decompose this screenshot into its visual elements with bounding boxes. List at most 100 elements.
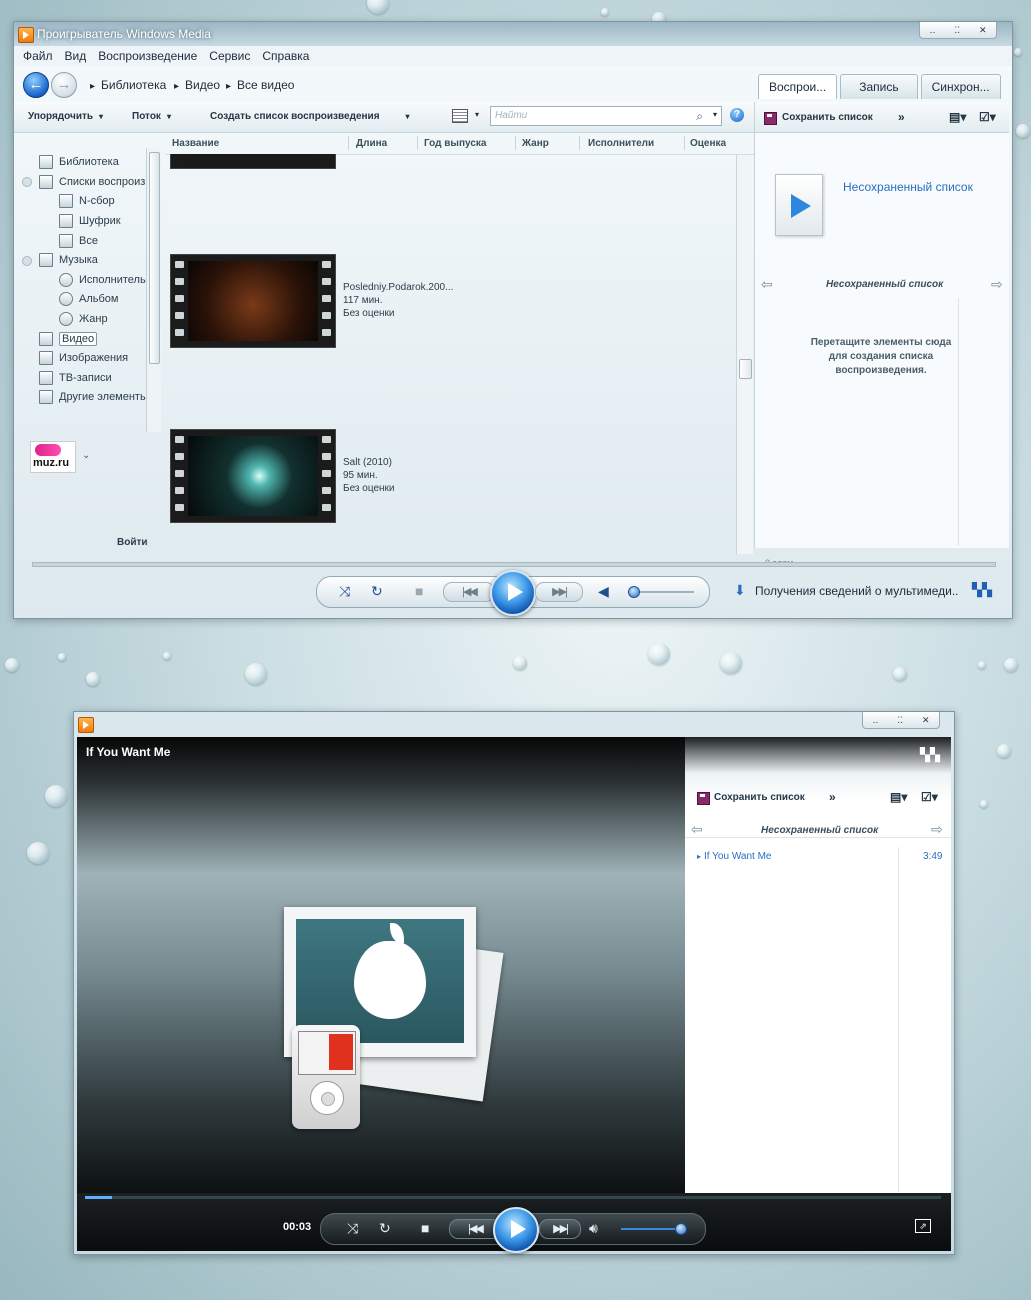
playlist-item-title[interactable]: If You Want Me [697, 851, 771, 862]
sidebar-item-library[interactable]: Библиотека [39, 155, 119, 169]
breadcrumb-video[interactable]: Видео [174, 78, 220, 92]
list-options-icon[interactable]: ▤▾ [890, 790, 907, 804]
seek-bar[interactable] [85, 1196, 941, 1199]
close-button[interactable]: ✕ [922, 715, 930, 726]
video-info[interactable]: Posledniy.Podarok.200... 117 мин. Без оц… [343, 281, 453, 320]
stop-icon[interactable]: ■ [415, 583, 423, 599]
tab-burn[interactable]: Запись [840, 74, 918, 99]
switch-to-now-playing-icon[interactable]: ▚▚ [972, 582, 992, 598]
sidebar-item-images[interactable]: Изображения [39, 351, 128, 365]
minimize-button[interactable]: ‥ [929, 25, 935, 36]
tab-sync[interactable]: Синхрон... [920, 74, 1001, 99]
previous-button[interactable]: |◀◀ [443, 582, 495, 602]
search-icon[interactable]: ⌕ [696, 109, 703, 124]
clear-list-icon[interactable]: ☑▾ [979, 110, 996, 124]
expand-indicator[interactable] [22, 256, 32, 266]
more-button[interactable]: » [898, 110, 905, 124]
more-button[interactable]: » [829, 790, 836, 804]
sidebar-item-music[interactable]: Музыка [39, 253, 98, 267]
organize-button[interactable]: Упорядочить ▾ [28, 111, 103, 122]
video-thumbnail[interactable] [170, 254, 336, 348]
view-options-caret[interactable]: ▾ [475, 110, 479, 119]
view-options-icon[interactable] [452, 109, 468, 123]
seek-bar[interactable] [32, 562, 996, 567]
shuffle-icon[interactable]: ⤨ [347, 1220, 358, 1237]
repeat-icon[interactable]: ↻ [371, 583, 383, 600]
next-button[interactable]: ▶▶| [539, 1219, 581, 1239]
clear-list-icon[interactable]: ☑▾ [921, 790, 938, 804]
next-button[interactable]: ▶▶| [535, 582, 583, 602]
sidebar-item-other[interactable]: Другие элементы [39, 390, 148, 404]
sidebar-item-playlist-shufrik[interactable]: Шуфрик [59, 214, 121, 228]
menu-file[interactable]: Файл [23, 49, 53, 63]
play-button[interactable] [490, 570, 536, 616]
menu-play[interactable]: Воспроизведение [98, 49, 197, 63]
play-button[interactable] [493, 1207, 539, 1253]
sidebar-item-artist[interactable]: Исполнитель [59, 273, 146, 287]
save-list-button[interactable]: Сохранить список [714, 792, 805, 803]
maximize-button[interactable]: ⁚⁚ [897, 715, 903, 726]
column-year[interactable]: Год выпуска [424, 138, 486, 149]
sidebar-scrollbar[interactable] [146, 148, 161, 432]
save-icon[interactable] [764, 112, 777, 125]
login-link[interactable]: Войти [117, 537, 148, 548]
column-length[interactable]: Длина [356, 138, 387, 149]
search-box[interactable]: Найти ⌕ ▾ [490, 106, 722, 126]
scrollbar-thumb[interactable] [149, 152, 160, 364]
sidebar-item-playlists[interactable]: Списки воспроиз [39, 175, 145, 189]
sidebar-item-video[interactable]: Видео [39, 332, 98, 346]
sidebar-item-playlist-n-sbor[interactable]: N-сбор [59, 194, 115, 208]
maximize-button[interactable]: ⁚⁚ [954, 25, 960, 36]
forward-button[interactable]: → [51, 72, 77, 98]
video-info[interactable]: Salt (2010) 95 мин. Без оценки [343, 456, 395, 495]
column-artists[interactable]: Исполнители [588, 138, 654, 149]
help-icon[interactable]: ? [730, 108, 744, 122]
column-title[interactable]: Название [172, 138, 219, 149]
sidebar-item-playlist-all[interactable]: Все [59, 234, 98, 248]
sidebar-item-genre[interactable]: Жанр [59, 312, 108, 326]
back-button[interactable]: ← [23, 72, 49, 98]
column-genre[interactable]: Жанр [522, 138, 549, 149]
close-button[interactable]: ✕ [979, 25, 987, 36]
column-rating[interactable]: Оценка [690, 138, 726, 149]
video-area[interactable]: If You Want Me [77, 737, 685, 1193]
scrollbar-thumb[interactable] [739, 359, 752, 379]
tab-play[interactable]: Воспрои... [758, 74, 838, 99]
switch-to-library-icon[interactable]: ▚▚ [920, 747, 940, 763]
unsaved-list-link[interactable]: Несохраненный список [843, 180, 973, 194]
muz-ru-logo[interactable]: muz.ru [30, 441, 76, 473]
repeat-icon[interactable]: ↻ [379, 1220, 391, 1237]
stream-button[interactable]: Поток ▾ [132, 111, 171, 122]
sidebar-item-album[interactable]: Альбом [59, 292, 118, 306]
search-dropdown-icon[interactable]: ▾ [713, 110, 717, 119]
volume-icon[interactable]: 🔊︎ [589, 1220, 598, 1237]
menu-view[interactable]: Вид [65, 49, 87, 63]
menu-help[interactable]: Справка [262, 49, 309, 63]
minimize-button[interactable]: ‥ [872, 715, 878, 726]
arrow-right-icon[interactable]: ⇨ [991, 276, 1003, 293]
fullscreen-icon[interactable]: ⇗ [915, 1219, 931, 1233]
sidebar-item-tv[interactable]: ТВ-записи [39, 371, 112, 385]
shuffle-icon[interactable]: ⤨ [339, 583, 350, 600]
video-rating[interactable]: Без оценки [343, 307, 453, 320]
menu-tools[interactable]: Сервис [209, 49, 250, 63]
expand-indicator[interactable] [22, 177, 32, 187]
list-options-icon[interactable]: ▤▾ [949, 110, 966, 124]
save-icon[interactable] [697, 792, 710, 805]
volume-knob[interactable] [627, 586, 640, 598]
content-scrollbar[interactable] [736, 155, 753, 554]
breadcrumb-all-video[interactable]: Все видео [226, 78, 294, 92]
save-list-button[interactable]: Сохранить список [782, 112, 873, 123]
chevron-down-icon[interactable]: ⌄ [82, 450, 90, 461]
arrow-left-icon[interactable]: ⇦ [691, 821, 703, 838]
stop-icon[interactable]: ■ [421, 1220, 429, 1236]
video-thumbnail[interactable] [170, 429, 336, 523]
arrow-left-icon[interactable]: ⇦ [761, 276, 773, 293]
volume-icon[interactable]: ◀ [598, 583, 609, 600]
search-input[interactable]: Найти [495, 110, 527, 121]
breadcrumb-library[interactable]: Библиотека [90, 78, 166, 92]
video-rating[interactable]: Без оценки [343, 482, 395, 495]
arrow-right-icon[interactable]: ⇨ [931, 821, 943, 838]
volume-knob[interactable] [675, 1223, 688, 1235]
video-thumbnail[interactable] [170, 154, 336, 169]
